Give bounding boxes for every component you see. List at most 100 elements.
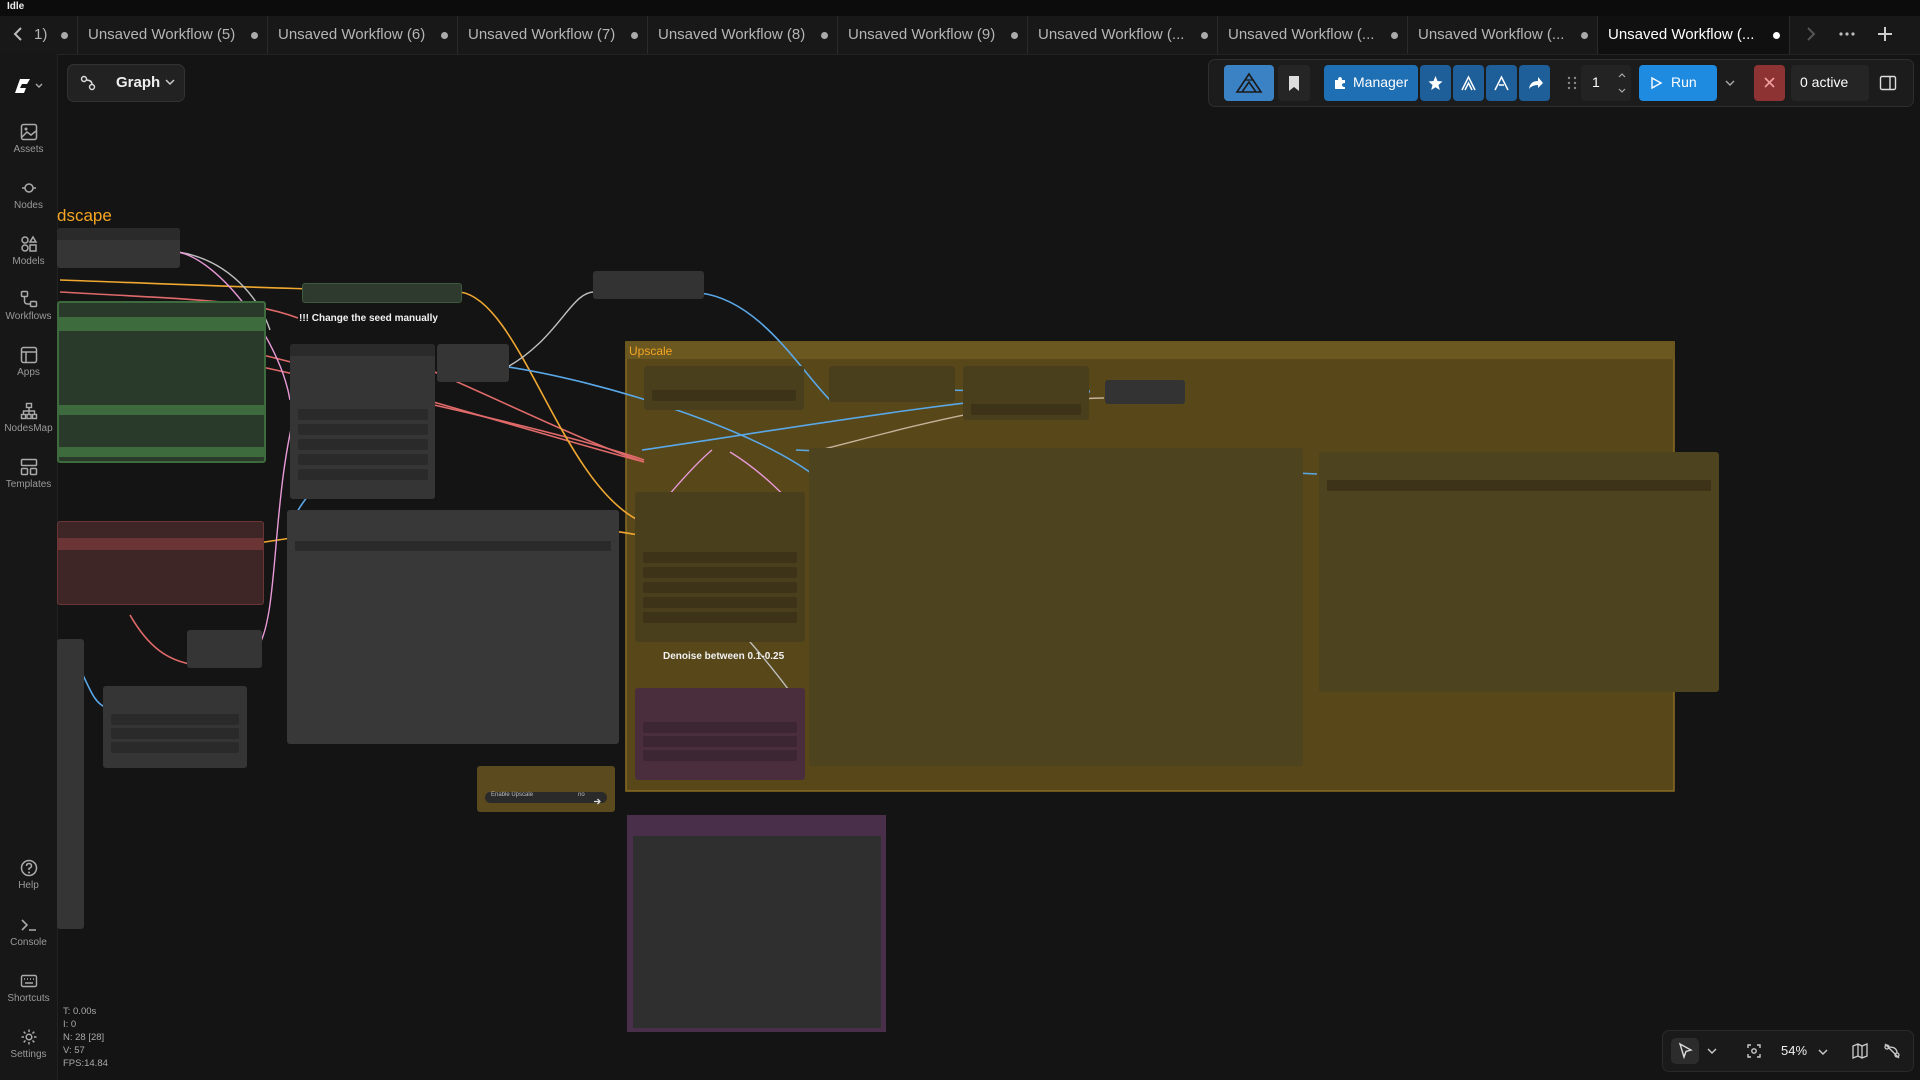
terminal-icon	[20, 919, 36, 931]
mountain-a-button[interactable]	[1453, 65, 1484, 101]
node-up-b[interactable]	[829, 366, 955, 402]
unsaved-dot	[251, 32, 258, 39]
node-up-d[interactable]	[1105, 380, 1185, 404]
node-ksampler[interactable]	[290, 344, 435, 499]
node-left-top[interactable]	[57, 228, 180, 268]
image-icon	[20, 123, 37, 141]
node-preview-large[interactable]	[287, 510, 619, 744]
mountain-b-button[interactable]	[1486, 65, 1517, 101]
zoom-level-button[interactable]: 54%	[1775, 1038, 1835, 1064]
tab-workflow-6[interactable]: Unsaved Workflow (6)	[268, 16, 458, 54]
favorites-button[interactable]	[1420, 65, 1451, 101]
node-small-a[interactable]	[187, 630, 262, 668]
scroll-left-icon[interactable]	[12, 26, 26, 45]
node-up-model[interactable]	[635, 688, 805, 780]
more-icon[interactable]	[1838, 26, 1856, 45]
focus-icon	[1747, 1044, 1761, 1058]
unsaved-dot	[1391, 32, 1398, 39]
sidebar-item-workflows[interactable]: Workflows	[0, 290, 57, 322]
toggle-arrow-icon[interactable]	[593, 793, 602, 805]
enable-upscale-label: Enable Upscale	[491, 792, 534, 798]
sidebar-item-shortcuts[interactable]: Shortcuts	[0, 972, 57, 1004]
node-up-sampler[interactable]	[635, 492, 805, 642]
tab-workflow-active[interactable]: Unsaved Workflow (...	[1598, 16, 1790, 54]
run-button[interactable]: Run	[1639, 65, 1717, 101]
node-left-strip[interactable]	[57, 639, 84, 929]
templates-icon	[20, 458, 37, 476]
apps-icon	[20, 346, 37, 364]
tab-workflow-10[interactable]: Unsaved Workflow (...	[1028, 16, 1218, 54]
gear-icon	[21, 1029, 36, 1045]
minimap-button[interactable]	[1847, 1038, 1873, 1064]
node-enable-upscale[interactable]: Enable Upscale no	[477, 766, 615, 812]
node-up-image-preview[interactable]	[809, 448, 1303, 766]
unsaved-dot	[631, 32, 638, 39]
sidebar-item-models[interactable]: Models	[0, 235, 57, 267]
graph-icon	[79, 74, 97, 97]
share-button[interactable]	[1519, 65, 1550, 101]
manager-button[interactable]: Manager	[1324, 65, 1418, 101]
star-icon	[1428, 76, 1443, 90]
toggle-panel-button[interactable]	[1873, 65, 1903, 101]
chevron-down-icon	[1818, 1049, 1828, 1055]
fit-view-button[interactable]	[1741, 1038, 1767, 1064]
close-icon	[1764, 77, 1775, 88]
scroll-right-icon[interactable]	[1803, 26, 1817, 45]
tool-options-button[interactable]	[1703, 1038, 1721, 1064]
node-green-loader[interactable]	[57, 301, 266, 463]
batch-count-input[interactable]: 1	[1581, 65, 1631, 101]
graph-canvas[interactable]: dscape !!! Change the seed manually Enab…	[57, 54, 1920, 1080]
queue-active-button[interactable]: 0 active	[1791, 65, 1869, 101]
tab-workflow-5[interactable]: Unsaved Workflow (5)	[78, 16, 268, 54]
sidebar-item-console[interactable]: Console	[0, 916, 57, 948]
sidebar-item-nodes[interactable]: Nodes	[0, 179, 57, 211]
status-text: Idle	[7, 1, 25, 12]
node-red-negative[interactable]	[57, 521, 264, 605]
models-icon	[20, 235, 37, 252]
stepper-arrows-icon[interactable]	[1617, 70, 1627, 96]
sidebar-item-settings[interactable]: Settings	[0, 1028, 57, 1060]
cancel-run-button[interactable]	[1754, 65, 1785, 101]
sidebar-item-templates[interactable]: Templates	[0, 458, 57, 490]
tab-workflow-7[interactable]: Unsaved Workflow (7)	[458, 16, 648, 54]
tab-workflow-11[interactable]: Unsaved Workflow (...	[1218, 16, 1408, 54]
upscale-group-title: Upscale	[629, 344, 673, 358]
toggle-links-button[interactable]	[1879, 1038, 1905, 1064]
node-top-middle[interactable]	[593, 271, 704, 299]
new-tab-plus-icon[interactable]	[1876, 25, 1894, 46]
tab-workflow-4[interactable]: 1)	[26, 16, 78, 54]
mountain-logo-button[interactable]	[1224, 65, 1274, 101]
node-up-c[interactable]	[963, 366, 1089, 420]
sidebar-item-apps[interactable]: Apps	[0, 346, 57, 378]
title-bar: Idle	[0, 0, 1920, 16]
mountain-icon	[1461, 75, 1476, 91]
node-up-save[interactable]	[1319, 452, 1719, 692]
sidebar-item-nodesmap[interactable]: NodesMap	[0, 402, 57, 434]
run-options-button[interactable]	[1719, 65, 1741, 101]
pointer-icon	[1678, 1042, 1693, 1060]
node-small-c[interactable]	[437, 344, 509, 382]
graph-mode-button[interactable]: Graph	[67, 64, 185, 102]
sidebar-item-help[interactable]: Help	[0, 859, 57, 891]
share-arrow-icon	[1529, 77, 1543, 89]
note-denoise: Denoise between 0.1-0.25	[663, 651, 785, 662]
select-tool-button[interactable]	[1671, 1038, 1699, 1064]
comfy-logo[interactable]	[0, 76, 57, 96]
sidebar-item-assets[interactable]: Assets	[0, 123, 57, 155]
tab-workflow-9[interactable]: Unsaved Workflow (9)	[838, 16, 1028, 54]
node-seed[interactable]	[302, 283, 462, 303]
chevron-down-icon	[1725, 80, 1735, 86]
drag-handle[interactable]	[1565, 65, 1579, 101]
unsaved-dot	[441, 32, 448, 39]
bookmark-button[interactable]	[1278, 65, 1310, 101]
help-icon	[20, 859, 37, 877]
tab-workflow-12[interactable]: Unsaved Workflow (...	[1408, 16, 1598, 54]
unsaved-dot	[1201, 32, 1208, 39]
unsaved-dot	[1011, 32, 1018, 39]
enable-upscale-value: no	[578, 792, 585, 798]
unsaved-dot	[821, 32, 828, 39]
landscape-group-title: dscape	[57, 206, 112, 225]
node-up-loader[interactable]	[644, 366, 804, 410]
tab-workflow-8[interactable]: Unsaved Workflow (8)	[648, 16, 838, 54]
node-small-b[interactable]	[103, 686, 247, 768]
